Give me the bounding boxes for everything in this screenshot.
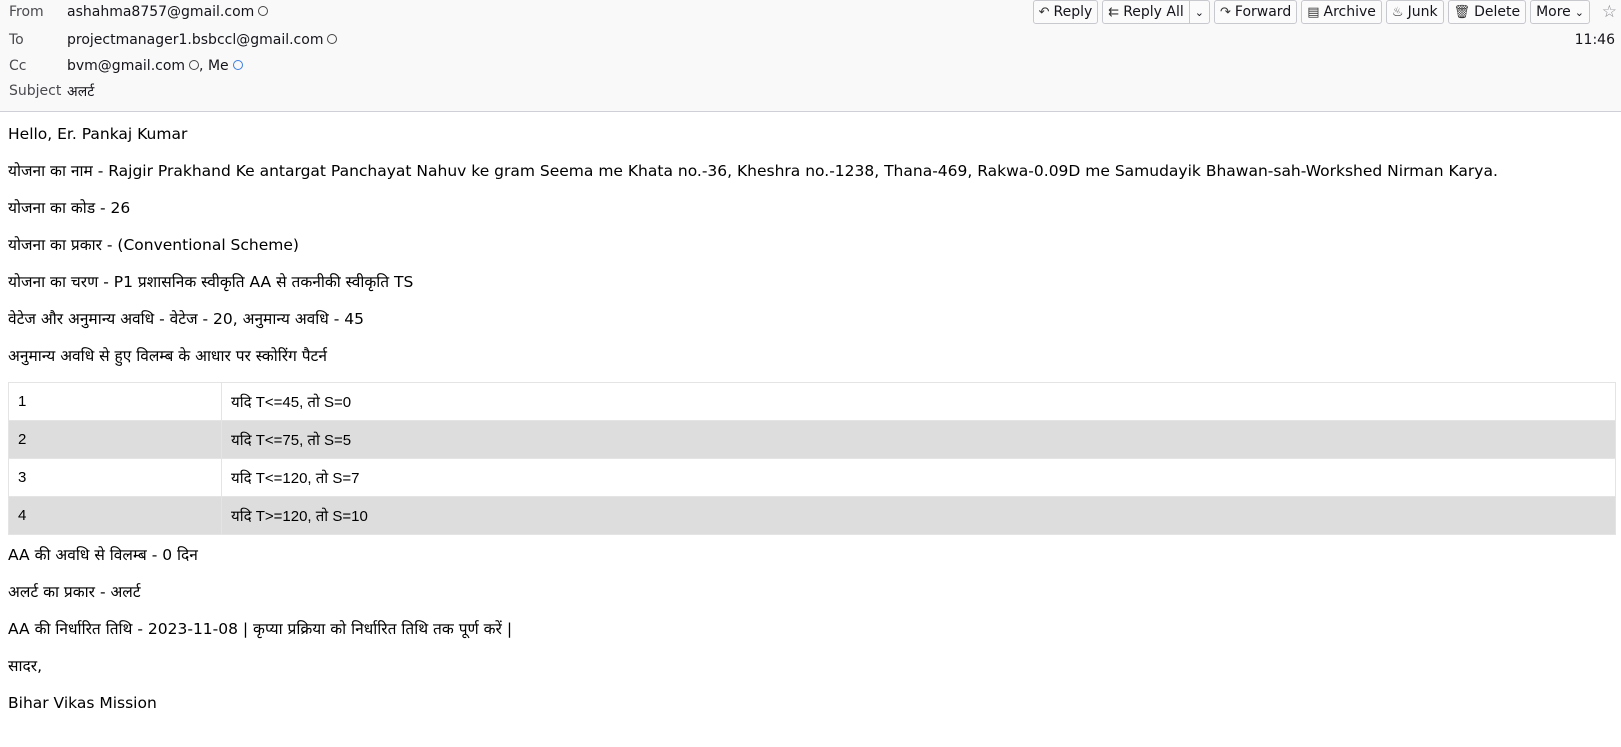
contact-icon[interactable] [327,34,338,44]
cc-label: Cc [9,58,27,74]
more-label: More [1536,4,1571,20]
due-date: AA की निर्धारित तिथि - 2023-11-08 | कृप्… [8,620,513,638]
message-time: 11:46 [1574,32,1615,48]
message-header: From ashahma8757@gmail.com To projectman… [0,0,1621,112]
chevron-down-icon: ⌄ [1194,5,1204,19]
cc-email[interactable]: bvm@gmail.com [67,58,185,74]
greeting: Hello, Er. Pankaj Kumar [8,125,188,143]
from-label: From [9,4,44,20]
message-toolbar: ↶ Reply ⇇ Reply All ⌄ ↷ Forward ▤ Archive ♨ J… [1032,0,1590,24]
scheme-type: योजना का प्रकार - (Conventional Scheme) [8,236,299,254]
table-row: 3 यदि T<=120, तो S=7 [8,458,1616,497]
junk-icon: ♨ [1391,4,1404,20]
signature: Bihar Vikas Mission [8,694,157,712]
to-email[interactable]: projectmanager1.bsbccl@gmail.com [67,32,323,48]
from-address[interactable]: ashahma8757@gmail.com [67,4,269,20]
more-button[interactable]: More ⌄ [1530,0,1590,24]
row-number: 1 [8,382,222,421]
from-email[interactable]: ashahma8757@gmail.com [67,4,254,20]
regards: सादर, [8,657,42,675]
me-contact-icon[interactable] [232,60,243,70]
row-number: 2 [8,420,222,459]
table-row: 4 यदि T>=120, तो S=10 [8,496,1616,535]
archive-label: Archive [1323,4,1376,20]
row-rule: यदि T<=75, तो S=5 [221,420,1616,459]
message-body-footer: AA की अवधि से विलम्ब - 0 दिन अलर्ट का प्… [8,545,1608,730]
forward-label: Forward [1234,4,1292,20]
scheme-stage: योजना का चरण - P1 प्रशासनिक स्वीकृति AA … [8,273,414,291]
contact-icon[interactable] [258,6,269,16]
junk-button[interactable]: ♨ Junk [1385,0,1444,24]
trash-icon: 🗑 [1453,4,1471,20]
delete-button[interactable]: 🗑 Delete [1447,0,1527,24]
table-row: 2 यदि T<=75, तो S=5 [8,420,1616,459]
row-rule: यदि T<=45, तो S=0 [221,382,1616,421]
reply-all-dropdown[interactable]: ⌄ [1190,1,1209,23]
scheme-code: योजना का कोड - 26 [8,199,131,217]
forward-button[interactable]: ↷ Forward [1214,0,1298,24]
subject-label: Subject [9,83,62,99]
reply-label: Reply [1053,4,1093,20]
row-number: 4 [8,496,222,535]
reply-button[interactable]: ↶ Reply [1032,0,1099,24]
to-address[interactable]: projectmanager1.bsbccl@gmail.com [67,32,338,48]
row-rule: यदि T<=120, तो S=7 [221,458,1616,497]
chevron-down-icon: ⌄ [1574,5,1584,19]
subject-value: अलर्ट [67,83,95,100]
row-number: 3 [8,458,222,497]
delay-text: AA की अवधि से विलम्ब - 0 दिन [8,546,198,564]
reply-all-main[interactable]: ⇇ Reply All [1103,1,1190,23]
reply-all-button[interactable]: ⇇ Reply All ⌄ [1102,0,1210,24]
delete-label: Delete [1474,4,1521,20]
table-row: 1 यदि T<=45, तो S=0 [8,382,1616,421]
scoring-table: 1 यदि T<=45, तो S=0 2 यदि T<=75, तो S=5 … [8,382,1616,535]
reply-all-icon: ⇇ [1108,4,1120,20]
scoring-heading: अनुमान्य अवधि से हुए विलम्ब के आधार पर स… [8,347,327,365]
weightage: वेटेज और अनुमान्य अवधि - वेटेज - 20, अनु… [8,310,365,328]
star-icon[interactable]: ☆ [1602,2,1617,22]
scheme-name: योजना का नाम - Rajgir Prakhand Ke antarg… [8,162,1498,180]
cc-address[interactable]: bvm@gmail.com , Me [67,58,243,74]
junk-label: Junk [1407,4,1438,20]
contact-icon[interactable] [189,60,200,70]
archive-icon: ▤ [1307,4,1320,20]
alert-type: अलर्ट का प्रकार - अलर्ट [8,583,141,601]
reply-all-label: Reply All [1123,4,1184,20]
message-body: Hello, Er. Pankaj Kumar योजना का नाम - R… [8,124,1616,730]
cc-me[interactable]: , Me [199,58,229,74]
to-label: To [9,32,24,48]
archive-button[interactable]: ▤ Archive [1301,0,1382,24]
reply-icon: ↶ [1038,4,1050,20]
forward-icon: ↷ [1220,4,1231,20]
row-rule: यदि T>=120, तो S=10 [221,496,1616,535]
